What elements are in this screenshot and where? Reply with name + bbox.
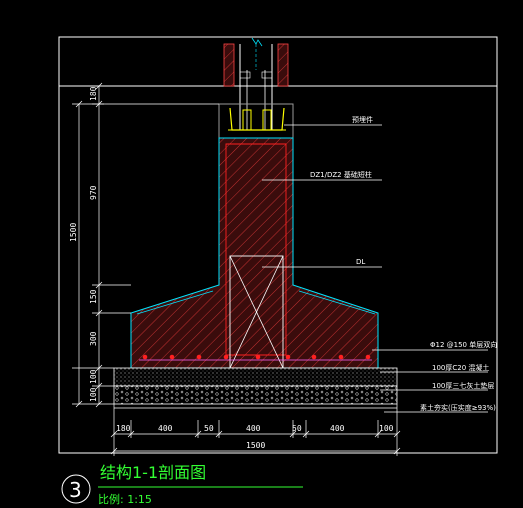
vdim-180: 180 [89,86,98,101]
vdim-total: 1500 [69,223,78,242]
section-drawing: 预埋件 DZ1/DZ2 基础短柱 DL Φ12 @150 单层双向 100厚C2… [58,36,498,506]
hdim-50a: 50 [204,424,214,433]
callout-c20: 100厚C20 混凝土 [432,363,489,372]
horizontal-dimension-texts: 180 400 50 400 50 400 100 1500 [116,424,394,450]
vdim-100b: 100 [89,387,98,402]
callout-beam: DL [356,258,365,266]
vdim-300: 300 [89,331,98,346]
hdim-total: 1500 [246,441,265,450]
title-number: 3 [69,478,82,502]
drawing-scale: 比例: 1:15 [98,492,152,506]
hdim-400b: 400 [246,424,261,433]
callout-gravel: 100厚三七灰土垫层 [432,381,494,390]
vertical-dimension-texts: 180 970 150 300 100 100 1500 [69,86,98,402]
callout-soil: 素土夯实(压实度≥93%) [420,403,496,412]
gravel-layer [113,385,398,405]
steel-column [223,37,289,130]
vdim-150: 150 [89,289,98,304]
hdim-400a: 400 [158,424,173,433]
title-block: 3 结构1-1剖面图 比例: 1:15 [61,463,303,506]
vdim-970: 970 [89,185,98,200]
hdim-50b: 50 [292,424,302,433]
callout-rebar: Φ12 @150 单层双向 [430,340,497,349]
callout-column: DZ1/DZ2 基础短柱 [310,170,372,179]
vdim-100a: 100 [89,369,98,384]
hdim-400c: 400 [330,424,345,433]
anchor-plate [228,107,286,131]
hdim-100: 100 [379,424,394,433]
hdim-180: 180 [116,424,131,433]
callout-anchor: 预埋件 [352,115,373,124]
drawing-title: 结构1-1剖面图 [100,463,206,482]
c20-cushion [113,367,398,387]
